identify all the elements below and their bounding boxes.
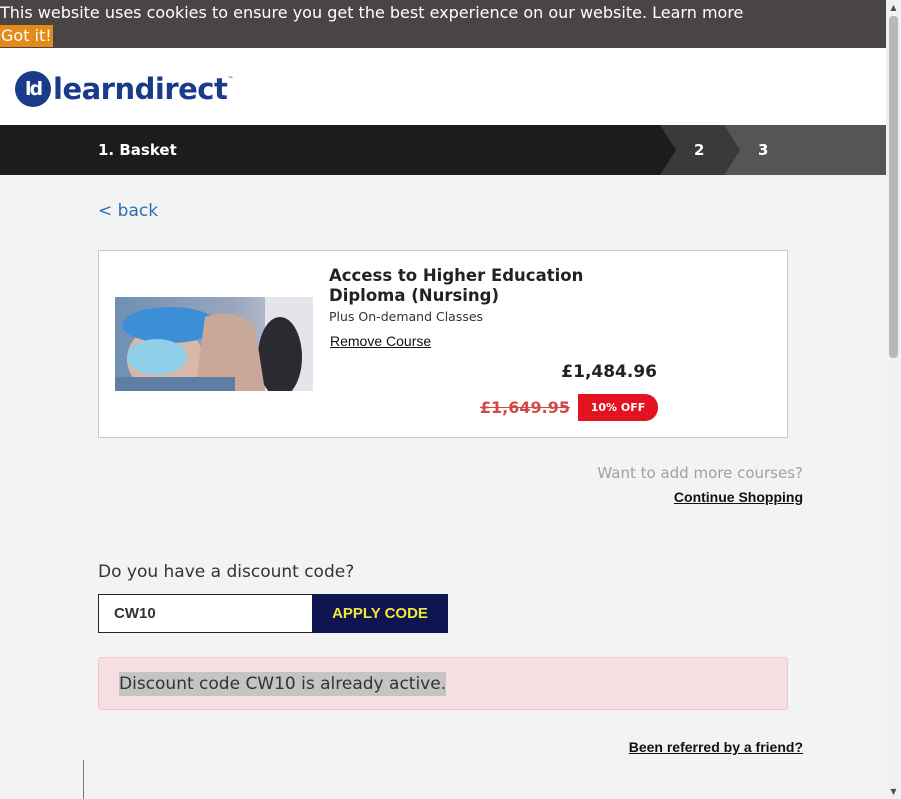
checkout-steps: 1. Basket 2 3 bbox=[0, 125, 886, 175]
logo-wordmark: learndirect bbox=[53, 72, 228, 106]
trademark-icon: ™ bbox=[227, 76, 234, 83]
step-3: 3 bbox=[758, 141, 769, 159]
course-image bbox=[115, 297, 313, 391]
cookie-learn-more-link[interactable]: Learn more bbox=[652, 3, 743, 22]
site-header: ld learndirect ™ bbox=[0, 48, 886, 125]
apply-code-button[interactable]: APPLY CODE bbox=[312, 594, 448, 633]
course-original-price: £1,649.95 bbox=[479, 398, 570, 417]
course-title: Access to Higher Education Diploma (Nurs… bbox=[329, 266, 584, 305]
page-scrollbar[interactable]: ▲ ▼ bbox=[886, 0, 901, 799]
cookie-banner: This website uses cookies to ensure you … bbox=[0, 0, 886, 48]
cookie-text: This website uses cookies to ensure you … bbox=[0, 3, 648, 22]
discount-code-label: Do you have a discount code? bbox=[98, 562, 355, 582]
cookie-accept-button[interactable]: Got it! bbox=[0, 25, 53, 47]
remove-course-link[interactable]: Remove Course bbox=[330, 333, 431, 349]
back-link[interactable]: < back bbox=[98, 201, 158, 221]
continue-shopping-link[interactable]: Continue Shopping bbox=[674, 489, 803, 505]
course-price: £1,484.96 bbox=[561, 362, 657, 382]
step-basket: 1. Basket bbox=[98, 141, 177, 159]
discount-alert: Discount code CW10 is already active. bbox=[98, 657, 788, 710]
discount-alert-message: Discount code CW10 is already active. bbox=[119, 672, 447, 696]
course-subtitle: Plus On-demand Classes bbox=[329, 309, 484, 324]
discount-badge: 10% OFF bbox=[578, 394, 658, 421]
scroll-thumb[interactable] bbox=[889, 16, 898, 358]
cookie-message: This website uses cookies to ensure you … bbox=[0, 1, 743, 25]
step-2: 2 bbox=[694, 141, 705, 159]
referral-link[interactable]: Been referred by a friend? bbox=[629, 739, 803, 755]
learndirect-logo[interactable]: ld learndirect ™ bbox=[15, 70, 233, 108]
divider bbox=[83, 760, 84, 799]
logo-mark-icon: ld bbox=[15, 71, 51, 107]
add-more-courses-prompt: Want to add more courses? bbox=[597, 464, 803, 482]
basket-course-card: Access to Higher Education Diploma (Nurs… bbox=[98, 250, 788, 438]
discount-code-input[interactable] bbox=[98, 594, 313, 633]
triangle-down-icon[interactable]: ▼ bbox=[886, 784, 901, 799]
triangle-up-icon[interactable]: ▲ bbox=[886, 0, 901, 15]
